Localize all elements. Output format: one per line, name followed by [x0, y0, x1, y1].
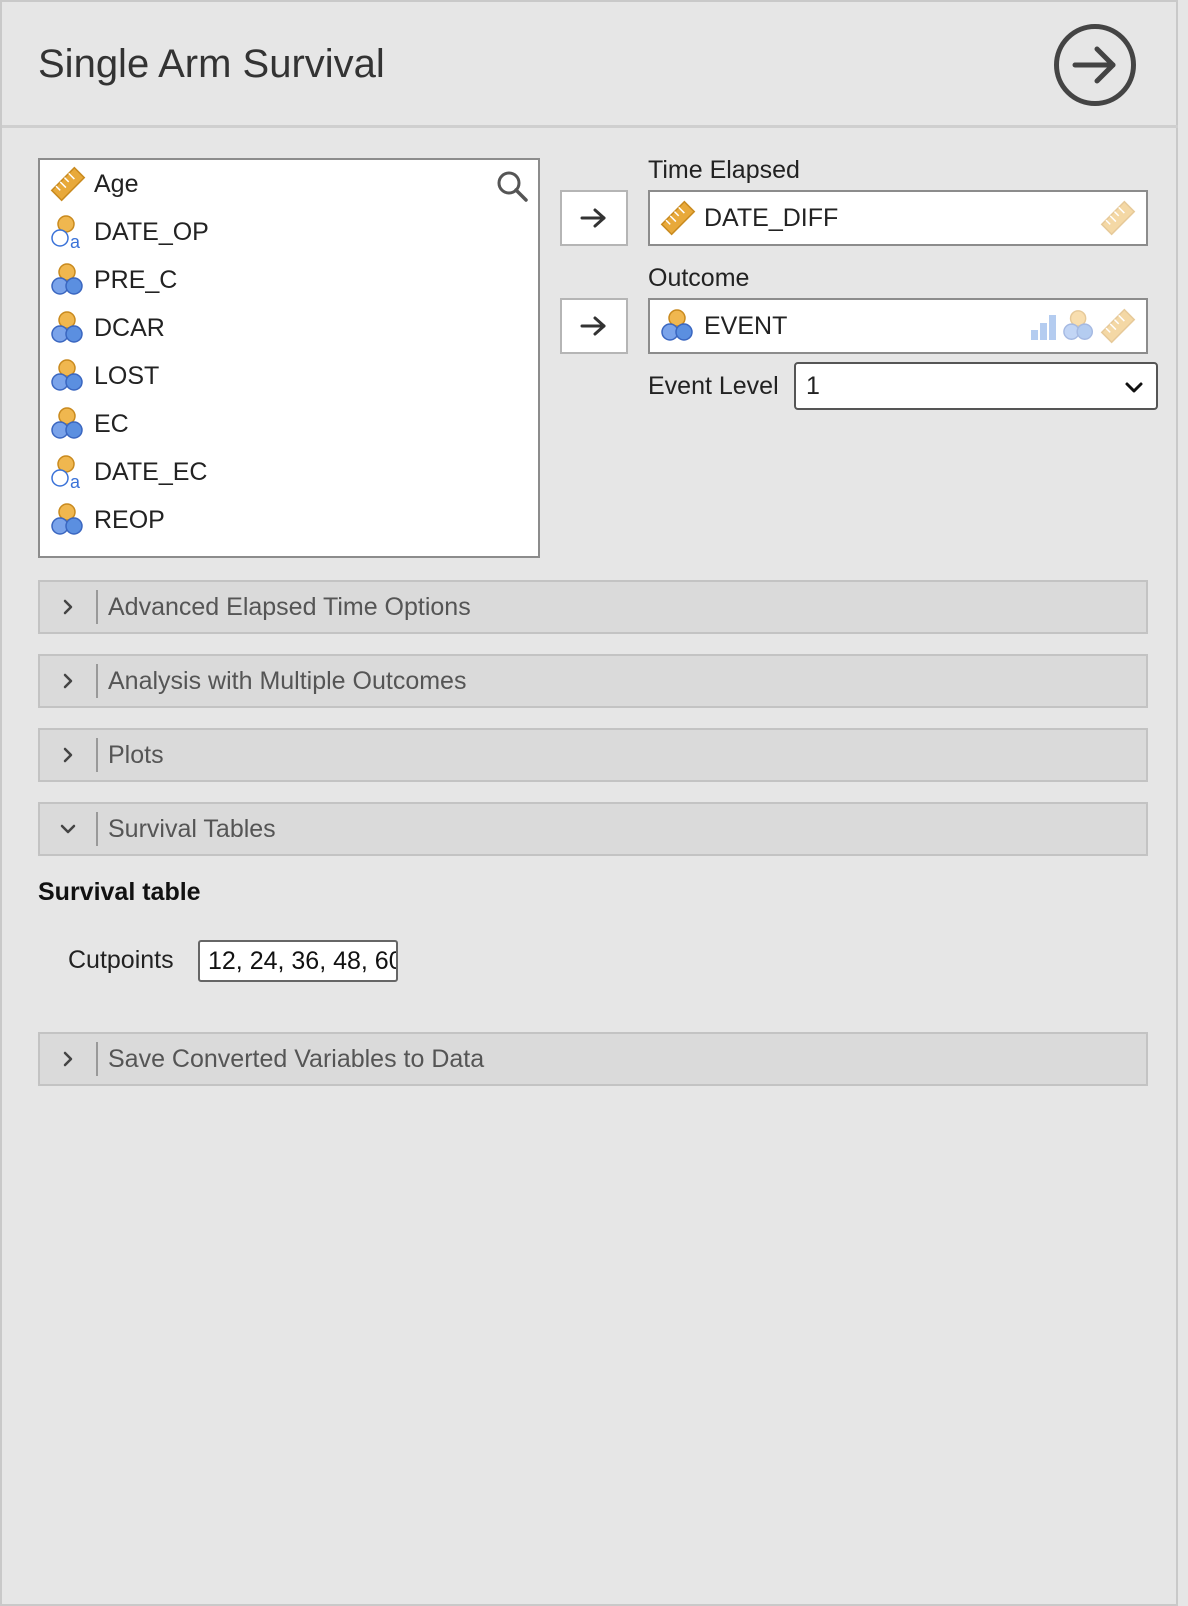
- nominal-icon: [50, 260, 90, 300]
- ruler-icon: [1100, 200, 1136, 236]
- section-divider: [96, 812, 98, 846]
- arrow-right-icon: [1072, 46, 1116, 84]
- section-label: Plots: [108, 740, 164, 769]
- survival-table-heading: Survival table: [38, 878, 201, 906]
- page-title: Single Arm Survival: [38, 42, 385, 86]
- text-variable-icon: a: [50, 212, 90, 252]
- text-variable-icon: a: [50, 452, 90, 492]
- cutpoints-label: Cutpoints: [68, 946, 174, 974]
- chevron-right-icon: [63, 599, 73, 615]
- section-advanced-elapsed-time-options[interactable]: Advanced Elapsed Time Options: [38, 580, 1148, 634]
- section-label: Save Converted Variables to Data: [108, 1044, 485, 1073]
- arrow-right-icon: [580, 316, 606, 336]
- variable-list[interactable]: Age a DATE_OP PRE_C DCAR LOST EC a DATE_…: [38, 158, 540, 558]
- ruler-icon: [50, 164, 90, 204]
- variable-item-lost[interactable]: LOST: [40, 352, 538, 400]
- run-arrow-button[interactable]: [1054, 24, 1136, 106]
- event-level-select[interactable]: 1: [794, 362, 1158, 410]
- nominal-icon: [1063, 310, 1094, 340]
- outcome-label: Outcome: [648, 264, 750, 292]
- svg-text:a: a: [70, 232, 81, 251]
- section-divider: [96, 1042, 98, 1076]
- variable-item-age[interactable]: Age: [40, 160, 538, 208]
- accepted-types-hint: [1028, 308, 1136, 344]
- chevron-down-icon: [1125, 382, 1143, 393]
- time-elapsed-field[interactable]: DATE_DIFF: [648, 190, 1148, 246]
- variable-label: DCAR: [94, 313, 165, 342]
- nominal-icon: [660, 306, 700, 346]
- variable-label: LOST: [94, 361, 160, 390]
- analysis-panel: Single Arm Survival Age a DATE_OP PRE_C …: [0, 0, 1178, 1606]
- event-level-value: 1: [806, 371, 820, 400]
- time-elapsed-label: Time Elapsed: [648, 156, 800, 184]
- outcome-field[interactable]: EVENT: [648, 298, 1148, 354]
- nominal-icon: [50, 356, 90, 396]
- variable-label: Age: [94, 169, 139, 198]
- variable-label: EC: [94, 409, 129, 438]
- section-label: Advanced Elapsed Time Options: [108, 592, 471, 621]
- section-divider: [96, 738, 98, 772]
- section-analysis-multiple-outcomes[interactable]: Analysis with Multiple Outcomes: [38, 654, 1148, 708]
- variable-item-date-op[interactable]: a DATE_OP: [40, 208, 538, 256]
- ruler-icon: [660, 198, 700, 238]
- section-survival-tables[interactable]: Survival Tables: [38, 802, 1148, 856]
- variable-item-pre-c[interactable]: PRE_C: [40, 256, 538, 304]
- outcome-value: EVENT: [704, 311, 788, 340]
- nominal-icon: [50, 500, 90, 540]
- event-level-label: Event Level: [648, 372, 779, 400]
- search-icon[interactable]: [494, 168, 530, 204]
- section-label: Survival Tables: [108, 814, 276, 843]
- section-divider: [96, 590, 98, 624]
- chevron-down-icon: [60, 824, 76, 834]
- accepted-types-hint: [1100, 200, 1136, 236]
- chevron-right-icon: [63, 747, 73, 763]
- nominal-icon: [50, 308, 90, 348]
- arrow-right-icon: [580, 208, 606, 228]
- time-elapsed-value: DATE_DIFF: [704, 203, 839, 232]
- cutpoints-input[interactable]: 12, 24, 36, 48, 60: [198, 940, 398, 982]
- section-label: Analysis with Multiple Outcomes: [108, 666, 467, 695]
- svg-text:a: a: [70, 472, 81, 491]
- variable-label: REOP: [94, 505, 165, 534]
- ruler-icon: [1100, 308, 1136, 344]
- variable-label: DATE_EC: [94, 457, 208, 486]
- move-to-outcome-button[interactable]: [560, 298, 628, 354]
- variable-item-reop[interactable]: REOP: [40, 496, 538, 544]
- move-to-time-elapsed-button[interactable]: [560, 190, 628, 246]
- variable-label: DATE_OP: [94, 217, 209, 246]
- variable-item-date-ec[interactable]: a DATE_EC: [40, 448, 538, 496]
- section-plots[interactable]: Plots: [38, 728, 1148, 782]
- section-divider: [96, 664, 98, 698]
- ordinal-icon: [1031, 315, 1056, 340]
- variable-item-dcar[interactable]: DCAR: [40, 304, 538, 352]
- panel-header: Single Arm Survival: [2, 2, 1178, 128]
- nominal-icon: [50, 404, 90, 444]
- variable-label: PRE_C: [94, 265, 178, 294]
- section-save-converted-variables[interactable]: Save Converted Variables to Data: [38, 1032, 1148, 1086]
- chevron-right-icon: [63, 1051, 73, 1067]
- chevron-right-icon: [63, 673, 73, 689]
- variable-item-ec[interactable]: EC: [40, 400, 538, 448]
